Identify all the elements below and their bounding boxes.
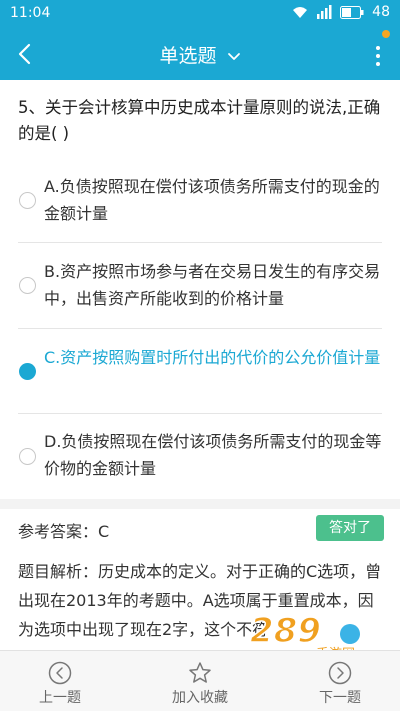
radio-button[interactable] bbox=[19, 192, 36, 209]
section-separator bbox=[0, 499, 400, 509]
wifi-icon bbox=[293, 7, 308, 18]
reference-answer: 参考答案：C bbox=[18, 522, 110, 541]
option-label: C.资产按照购置时所付出的代价的公允价值计量 bbox=[44, 348, 381, 367]
nav-label: 下一题 bbox=[319, 690, 361, 706]
star-icon bbox=[189, 662, 211, 683]
option-d[interactable]: D.负债按照现在偿付该项债务所需支付的现金等价物的金额计量 bbox=[0, 414, 400, 498]
header: 单选题 bbox=[0, 28, 400, 80]
signal-icon bbox=[317, 5, 332, 19]
option-b[interactable]: B.资产按照市场参与者在交易日发生的有序交易中，出售资产所能收到的价格计量 bbox=[0, 243, 400, 327]
radio-button-selected[interactable] bbox=[19, 363, 36, 380]
bottom-navigation: 上一题 加入收藏 下一题 bbox=[0, 650, 400, 711]
chevron-left-circle-icon bbox=[48, 661, 72, 685]
nav-label: 上一题 bbox=[39, 690, 81, 706]
status-time: 11:04 bbox=[10, 5, 51, 21]
notification-badge bbox=[382, 30, 390, 38]
option-label: D.负债按照现在偿付该项债务所需支付的现金等价物的金额计量 bbox=[44, 432, 382, 478]
option-label: A.负债按照现在偿付该项债务所需支付的现金的金额计量 bbox=[44, 177, 380, 223]
status-badge: 答对了 bbox=[316, 515, 384, 541]
previous-question-button[interactable]: 上一题 bbox=[0, 651, 120, 711]
radio-button[interactable] bbox=[19, 277, 36, 294]
option-a[interactable]: A.负债按照现在偿付该项债务所需支付的现金的金额计量 bbox=[0, 158, 400, 242]
radio-button[interactable] bbox=[19, 448, 36, 465]
svg-text:289: 289 bbox=[250, 611, 321, 651]
question-type-selector[interactable]: 单选题 bbox=[0, 41, 400, 68]
more-dot-icon bbox=[376, 46, 380, 50]
more-dot-icon bbox=[376, 62, 380, 66]
page-title: 单选题 bbox=[159, 45, 217, 67]
option-label: B.资产按照市场参与者在交易日发生的有序交易中，出售资产所能收到的价格计量 bbox=[44, 262, 381, 308]
battery-icon bbox=[340, 5, 364, 19]
status-icons: 48 bbox=[292, 4, 390, 20]
option-c[interactable]: C.资产按照购置时所付出的代价的公允价值计量 bbox=[0, 329, 400, 413]
add-favorite-button[interactable]: 加入收藏 bbox=[140, 651, 260, 711]
question-text: 5、关于会计核算中历史成本计量原则的说法,正确的是( ) bbox=[18, 98, 381, 143]
more-menu-button[interactable] bbox=[370, 36, 386, 72]
chevron-down-icon bbox=[227, 52, 240, 60]
top-app-bar: 11:04 48 单选题 bbox=[0, 0, 400, 80]
status-bar: 11:04 48 bbox=[0, 0, 400, 28]
next-question-button[interactable]: 下一题 bbox=[280, 651, 400, 711]
battery-level: 48 bbox=[372, 4, 390, 20]
nav-label: 加入收藏 bbox=[172, 690, 228, 706]
more-dot-icon bbox=[376, 54, 380, 58]
chevron-right-circle-icon bbox=[328, 661, 352, 685]
